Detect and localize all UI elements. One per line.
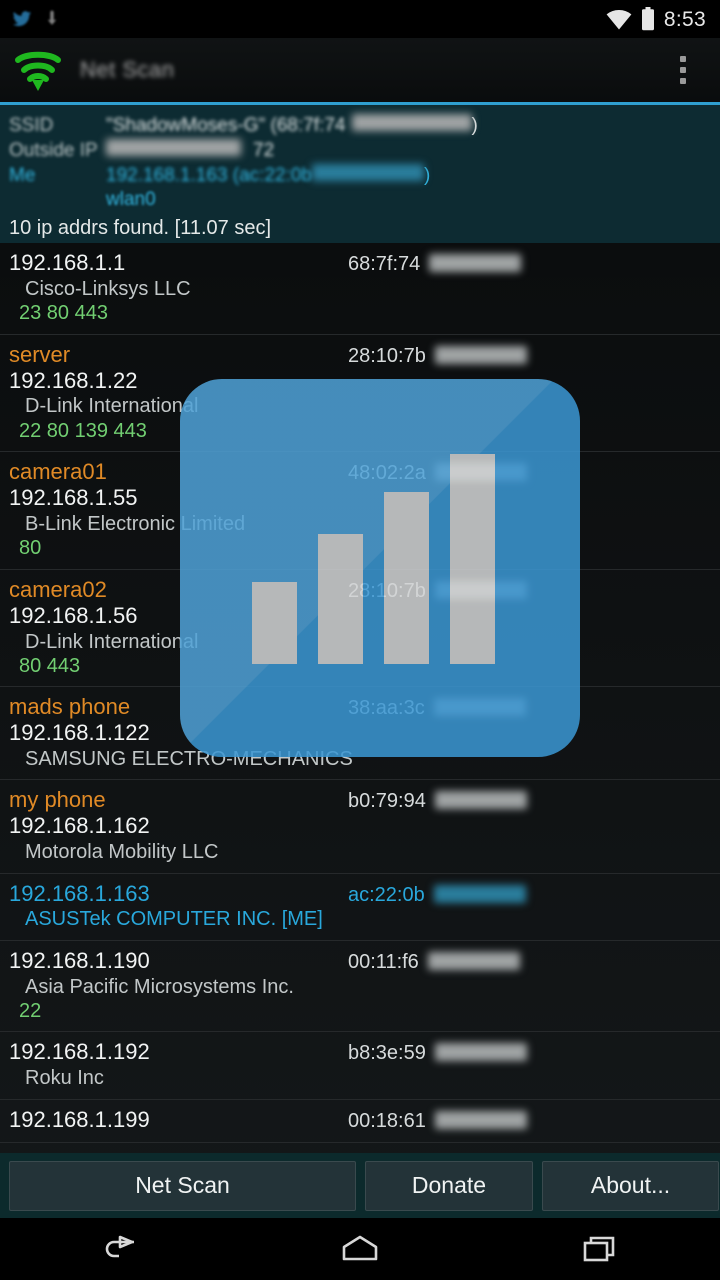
table-row[interactable]: 192.168.1.163 ASUSTek COMPUTER INC. [ME] a…	[0, 874, 720, 941]
device-mac: 68:7f:74	[340, 253, 720, 276]
table-row[interactable]: camera01 192.168.1.55 B-Link Electronic Li…	[0, 452, 720, 570]
device-ports: 23 80 443	[19, 302, 108, 325]
device-mac-redaction	[434, 463, 527, 482]
me-label: Me	[9, 165, 36, 186]
device-vendor: D-Link International	[25, 395, 199, 418]
device-mac-redaction	[434, 1043, 527, 1062]
device-mac: 00:18:61	[340, 1110, 720, 1133]
action-bar: Net Scan	[0, 38, 720, 102]
device-mac: 48:02:2a	[340, 462, 720, 485]
device-mac: ac:22:0b	[340, 884, 720, 907]
device-mac-redaction	[434, 1110, 527, 1129]
outside-ip-value: 72	[253, 140, 275, 161]
device-vendor: Roku Inc	[25, 1067, 104, 1090]
device-mac: b8:3e:59	[340, 1042, 720, 1065]
table-row[interactable]: mads phone 192.168.1.122 SAMSUNG ELECTRO-M…	[0, 687, 720, 781]
ssid-mac-redaction	[351, 114, 472, 131]
device-vendor: B-Link Electronic Limited	[25, 512, 246, 535]
me-interface: wlan0	[106, 189, 156, 210]
bottom-button-bar: Net Scan Donate About...	[0, 1153, 720, 1218]
outside-ip-row: Outside IP 72	[0, 139, 720, 164]
table-row[interactable]: camera02 192.168.1.56 D-Link International…	[0, 570, 720, 688]
back-icon[interactable]	[75, 1228, 165, 1270]
status-clock: 8:53	[663, 7, 706, 31]
outside-ip-redaction	[106, 139, 241, 156]
me-value-close: )	[424, 165, 431, 186]
device-mac-redaction	[429, 254, 522, 272]
overflow-menu-icon[interactable]	[660, 56, 706, 84]
wifi-signal-icon	[12, 47, 64, 93]
device-vendor: Motorola Mobility LLC	[25, 841, 219, 864]
device-mac-redaction	[434, 580, 527, 599]
device-ports: 80 443	[19, 654, 81, 677]
device-vendor: D-Link International	[25, 630, 199, 653]
net-scan-button[interactable]: Net Scan	[9, 1160, 356, 1211]
ssid-row: SSID "ShadowMoses-G" (68:7f:74 )	[0, 114, 720, 139]
me-mac-redaction	[312, 164, 425, 181]
table-row[interactable]: 192.168.1.1 Cisco-Linksys LLC 23 80 443 68:…	[0, 243, 720, 335]
device-list[interactable]: 192.168.1.1 Cisco-Linksys LLC 23 80 443 68:…	[0, 243, 720, 1153]
notification-icon	[12, 11, 32, 27]
status-system-icons: 8:53	[606, 7, 720, 31]
table-row[interactable]: 192.168.1.199 00:18:61	[0, 1100, 720, 1143]
network-info-panel: SSID "ShadowMoses-G" (68:7f:74 ) Outside…	[0, 102, 720, 243]
battery-icon	[641, 7, 654, 31]
app-title: Net Scan	[80, 57, 175, 82]
wifi-icon	[606, 9, 632, 30]
device-mac-redaction	[434, 791, 527, 810]
outside-ip-label: Outside IP	[9, 140, 98, 161]
device-mac-redaction	[433, 698, 526, 717]
me-value: 192.168.1.163 (ac:22:0b	[106, 165, 313, 186]
table-row[interactable]: server 192.168.1.22 D-Link International 22…	[0, 335, 720, 453]
android-nav-bar	[0, 1218, 720, 1280]
device-vendor: Cisco-Linksys LLC	[25, 277, 191, 300]
home-icon[interactable]	[315, 1228, 405, 1270]
device-vendor: Asia Pacific Microsystems Inc.	[25, 975, 294, 998]
device-ports: 22	[19, 1000, 42, 1023]
device-mac: 28:10:7b	[340, 580, 720, 603]
device-mac-redaction	[427, 951, 520, 970]
table-row[interactable]: 192.168.1.190 Asia Pacific Microsystems I…	[0, 941, 720, 1033]
device-mac: 28:10:7b	[340, 345, 720, 368]
ssid-value: "ShadowMoses-G" (68:7f:74	[106, 115, 346, 136]
device-mac: 00:11:f6	[340, 951, 720, 974]
device-ip: 192.168.1.122	[9, 720, 150, 746]
device-mac: b0:79:94	[340, 790, 720, 813]
device-mac-redaction	[433, 884, 526, 903]
me-interface-row: wlan0	[0, 189, 720, 214]
device-vendor: ASUSTek COMPUTER INC. [ME]	[25, 908, 323, 931]
scan-result-text: 10 ip addrs found. [11.07 sec]	[9, 217, 272, 239]
me-row: Me 192.168.1.163 (ac:22:0b )	[0, 164, 720, 189]
table-row[interactable]: my phone 192.168.1.162 Motorola Mobility L…	[0, 780, 720, 874]
recents-icon[interactable]	[555, 1228, 645, 1270]
status-notification-icons	[0, 9, 62, 29]
device-ip: 192.168.1.56	[9, 602, 138, 628]
about-button[interactable]: About...	[542, 1160, 719, 1211]
device-ip: 192.168.1.22	[9, 367, 138, 393]
device-ports: 80	[19, 537, 42, 560]
ssid-value-close: )	[471, 115, 478, 136]
ssid-label: SSID	[9, 115, 54, 136]
device-ip: 192.168.1.55	[9, 485, 138, 511]
download-icon	[47, 10, 57, 25]
status-bar: 8:53	[0, 0, 720, 38]
donate-button[interactable]: Donate	[365, 1160, 533, 1211]
device-vendor: SAMSUNG ELECTRO-MECHANICS	[25, 748, 353, 771]
table-row[interactable]: 192.168.1.192 Roku Inc b8:3e:59	[0, 1032, 720, 1100]
device-ports: 22 80 139 443	[19, 419, 147, 442]
device-mac: 38:aa:3c	[340, 697, 720, 720]
app-screen: 8:53 Net Scan SSID "ShadowMoses-G" (68:7…	[0, 0, 720, 1280]
device-ip: 192.168.1.162	[9, 813, 150, 839]
device-mac-redaction	[434, 345, 527, 364]
